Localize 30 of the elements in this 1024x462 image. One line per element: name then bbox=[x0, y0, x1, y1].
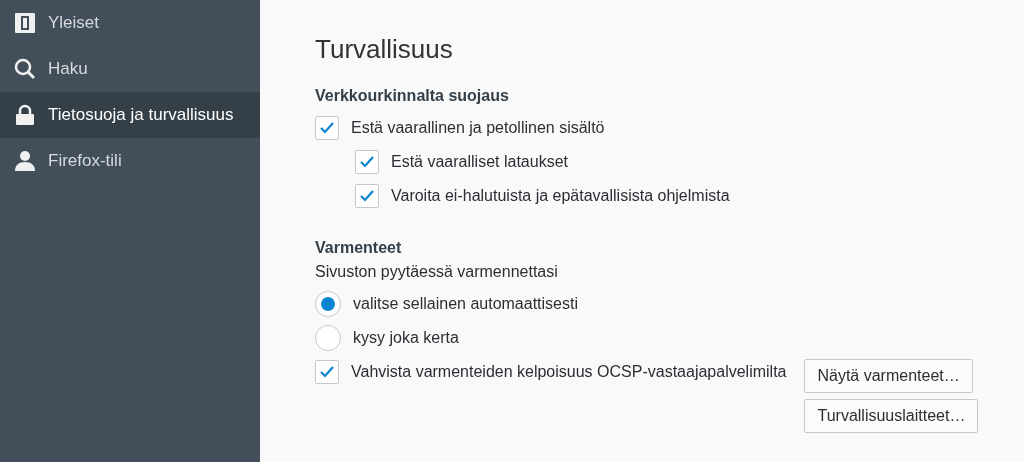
lock-icon bbox=[14, 104, 36, 126]
sidebar-item[interactable]: Yleiset bbox=[0, 0, 260, 46]
option-label: Vahvista varmenteiden kelpoisuus OCSP-vastaajapalvelimilta bbox=[351, 363, 787, 381]
radio-button[interactable] bbox=[315, 325, 341, 351]
option-label: valitse sellainen automaattisesti bbox=[353, 295, 578, 313]
option-label: kysy joka kerta bbox=[353, 329, 459, 347]
radio-button[interactable] bbox=[315, 291, 341, 317]
option-label: Estä vaarallinen ja petollinen sisältö bbox=[351, 119, 605, 137]
search-icon bbox=[14, 58, 36, 80]
page-title: Turvallisuus bbox=[315, 34, 454, 65]
action-button[interactable]: Turvallisuuslaitteet… bbox=[804, 399, 979, 433]
sidebar-item[interactable]: Firefox-tili bbox=[0, 138, 260, 184]
sidebar-item[interactable]: Tietosuoja ja turvallisuus bbox=[0, 92, 260, 138]
checkbox[interactable] bbox=[315, 360, 339, 384]
checkmark-icon bbox=[360, 156, 374, 168]
section-heading: Verkkourkinnalta suojaus bbox=[315, 87, 510, 105]
checkmark-icon bbox=[360, 190, 374, 202]
section-description: Sivuston pyytäessä varmennettasi bbox=[315, 263, 559, 281]
checkbox[interactable] bbox=[315, 116, 339, 140]
option-label: Varoita ei-halutuista ja epätavallisista ohjelmista bbox=[391, 187, 730, 205]
checkbox[interactable] bbox=[355, 150, 379, 174]
person-icon bbox=[14, 150, 36, 172]
option-label: Estä vaaralliset lataukset bbox=[391, 153, 568, 171]
checkmark-icon bbox=[320, 366, 334, 378]
panel-icon bbox=[14, 12, 36, 34]
checkmark-icon bbox=[320, 122, 334, 134]
section-heading: Varmenteet bbox=[315, 239, 403, 257]
checkbox[interactable] bbox=[355, 184, 379, 208]
sidebar-item[interactable]: Haku bbox=[0, 46, 260, 92]
action-button[interactable]: Näytä varmenteet… bbox=[804, 359, 973, 393]
